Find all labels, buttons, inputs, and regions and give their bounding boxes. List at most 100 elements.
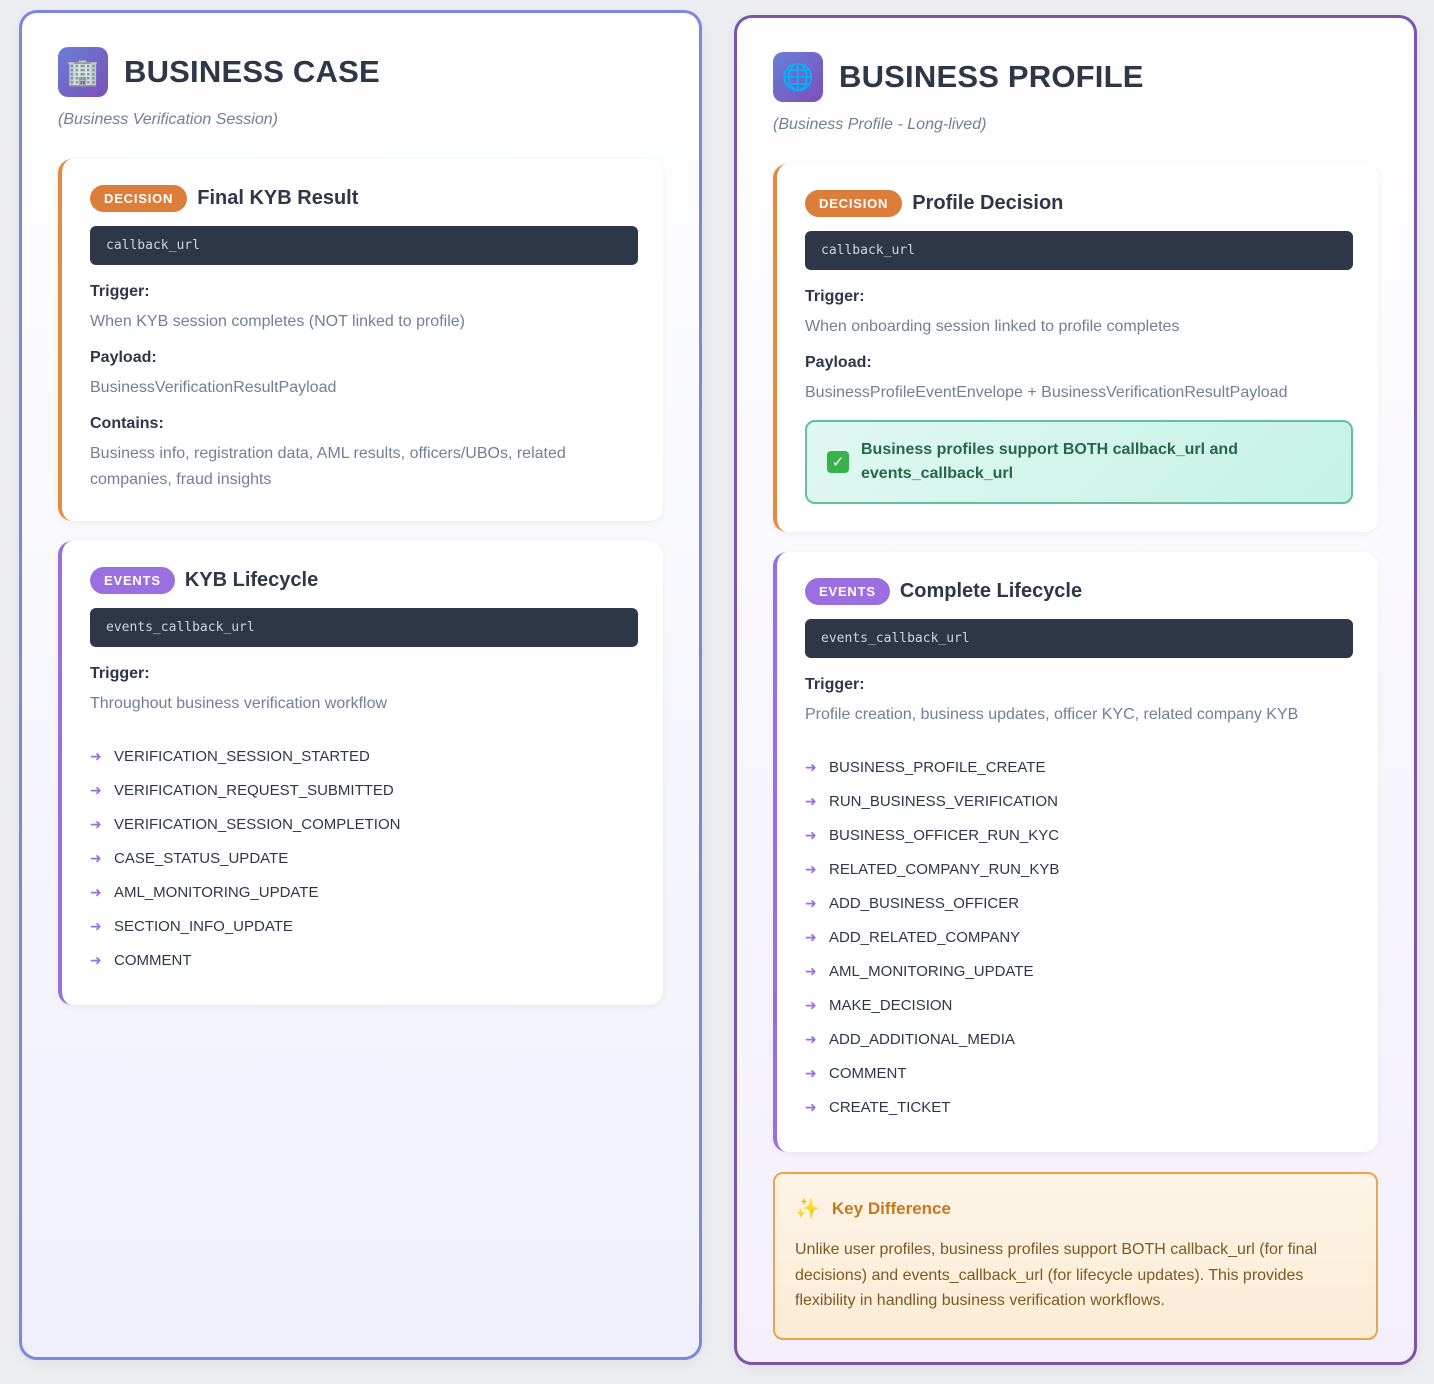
event-name: MAKE_DECISION (829, 996, 953, 1014)
trigger-label: Trigger: (805, 288, 865, 305)
list-item: ➜ CREATE_TICKET (805, 1090, 1353, 1124)
arrow-right-icon: ➜ (805, 928, 817, 945)
event-name: ADD_BUSINESS_OFFICER (829, 894, 1020, 912)
profile-events-card: EVENTS Complete Lifecycle events_callbac… (773, 552, 1378, 1152)
key-difference-title: Key Difference (831, 1198, 951, 1218)
trigger-label: Trigger: (90, 283, 150, 300)
arrow-right-icon: ➜ (805, 758, 817, 775)
list-item: ➜ BUSINESS_PROFILE_CREATE (805, 750, 1353, 784)
contains-value: Business info, registration data, AML re… (90, 445, 566, 488)
profile-callback-url-code: callback_url (805, 231, 1353, 270)
event-name: ADD_RELATED_COMPANY (829, 928, 1021, 946)
list-item: ➜ COMMENT (90, 943, 638, 977)
profile-decision-title: Profile Decision (912, 192, 1064, 214)
case-decision-card: DECISION Final KYB Result callback_url T… (58, 159, 663, 521)
list-item: ➜ COMMENT (805, 1056, 1353, 1090)
trigger-value: When KYB session completes (NOT linked t… (90, 313, 465, 330)
list-item: ➜ ADD_RELATED_COMPANY (805, 920, 1353, 954)
business-profile-subtitle: (Business Profile - Long-lived) (773, 116, 987, 133)
event-name: RUN_BUSINESS_VERIFICATION (829, 792, 1058, 810)
list-item: ➜ ADD_ADDITIONAL_MEDIA (805, 1022, 1353, 1056)
event-name: VERIFICATION_SESSION_STARTED (114, 747, 370, 765)
business-case-subtitle: (Business Verification Session) (58, 111, 278, 128)
arrow-right-icon: ➜ (805, 1064, 817, 1081)
arrow-right-icon: ➜ (805, 826, 817, 843)
event-name: ADD_ADDITIONAL_MEDIA (829, 1030, 1015, 1048)
arrow-right-icon: ➜ (805, 1030, 817, 1047)
event-name: BUSINESS_OFFICER_RUN_KYC (829, 826, 1060, 844)
trigger-label: Trigger: (805, 676, 865, 693)
list-item: ➜ CASE_STATUS_UPDATE (90, 841, 638, 875)
case-callback-url-code: callback_url (90, 226, 638, 265)
event-name: COMMENT (114, 951, 192, 969)
business-profile-panel: 🌐 BUSINESS PROFILE (Business Profile - L… (734, 15, 1417, 1365)
arrow-right-icon: ➜ (805, 860, 817, 877)
case-events-card: EVENTS KYB Lifecycle events_callback_url… (58, 541, 663, 1005)
sparkles-icon: ✨ (795, 1198, 820, 1220)
profile-events-callback-url-code: events_callback_url (805, 619, 1353, 658)
business-profile-header: 🌐 BUSINESS PROFILE (773, 52, 1378, 102)
business-case-header: 🏢 BUSINESS CASE (58, 47, 663, 97)
globe-icon: 🌐 (773, 52, 823, 102)
arrow-right-icon: ➜ (90, 951, 102, 968)
list-item: ➜ BUSINESS_OFFICER_RUN_KYC (805, 818, 1353, 852)
event-name: RELATED_COMPANY_RUN_KYB (829, 860, 1060, 878)
arrow-right-icon: ➜ (805, 1098, 817, 1115)
arrow-right-icon: ➜ (90, 883, 102, 900)
arrow-right-icon: ➜ (805, 996, 817, 1013)
list-item: ➜ SECTION_INFO_UPDATE (90, 909, 638, 943)
arrow-right-icon: ➜ (805, 792, 817, 809)
case-decision-title: Final KYB Result (197, 187, 359, 209)
arrow-right-icon: ➜ (90, 815, 102, 832)
arrow-right-icon: ➜ (90, 747, 102, 764)
contains-label: Contains: (90, 415, 164, 432)
payload-value: BusinessProfileEventEnvelope + BusinessV… (805, 384, 1288, 401)
payload-label: Payload: (805, 354, 872, 371)
list-item: ➜ ADD_BUSINESS_OFFICER (805, 886, 1353, 920)
events-badge: EVENTS (90, 567, 175, 594)
event-name: CREATE_TICKET (829, 1098, 951, 1116)
support-note-text: Business profiles support BOTH callback_… (861, 441, 1238, 482)
events-badge: EVENTS (805, 578, 890, 605)
list-item: ➜ RELATED_COMPANY_RUN_KYB (805, 852, 1353, 886)
payload-label: Payload: (90, 349, 157, 366)
event-name: BUSINESS_PROFILE_CREATE (829, 758, 1046, 776)
office-building-icon: 🏢 (58, 47, 108, 97)
check-mark-icon: ✓ (827, 451, 849, 473)
event-name: SECTION_INFO_UPDATE (114, 917, 293, 935)
business-profile-title: BUSINESS PROFILE (839, 59, 1144, 94)
trigger-value: When onboarding session linked to profil… (805, 318, 1180, 335)
list-item: ➜ MAKE_DECISION (805, 988, 1353, 1022)
list-item: ➜ AML_MONITORING_UPDATE (805, 954, 1353, 988)
trigger-value: Throughout business verification workflo… (90, 695, 388, 712)
event-name: VERIFICATION_REQUEST_SUBMITTED (114, 781, 394, 799)
profile-events-title: Complete Lifecycle (899, 580, 1083, 602)
list-item: ➜ VERIFICATION_REQUEST_SUBMITTED (90, 773, 638, 807)
trigger-value: Profile creation, business updates, offi… (805, 706, 1299, 723)
list-item: ➜ VERIFICATION_SESSION_COMPLETION (90, 807, 638, 841)
key-difference-box: ✨ Key Difference Unlike user profiles, b… (773, 1172, 1378, 1340)
arrow-right-icon: ➜ (805, 894, 817, 911)
business-case-title: BUSINESS CASE (124, 54, 380, 89)
arrow-right-icon: ➜ (90, 781, 102, 798)
list-item: ➜ VERIFICATION_SESSION_STARTED (90, 739, 638, 773)
event-name: AML_MONITORING_UPDATE (829, 962, 1034, 980)
event-name: CASE_STATUS_UPDATE (114, 849, 289, 867)
arrow-right-icon: ➜ (805, 962, 817, 979)
list-item: ➜ AML_MONITORING_UPDATE (90, 875, 638, 909)
case-event-list: ➜ VERIFICATION_SESSION_STARTED ➜ VERIFICAT… (90, 739, 638, 977)
event-name: VERIFICATION_SESSION_COMPLETION (114, 815, 401, 833)
key-difference-text: Unlike user profiles, business profiles … (795, 1241, 1317, 1309)
event-name: AML_MONITORING_UPDATE (114, 883, 319, 901)
decision-badge: DECISION (805, 190, 903, 217)
arrow-right-icon: ➜ (90, 917, 102, 934)
business-case-panel: 🏢 BUSINESS CASE (Business Verification S… (19, 10, 702, 1360)
profile-decision-card: DECISION Profile Decision callback_url T… (773, 164, 1378, 532)
support-note: ✓ Business profiles support BOTH callbac… (805, 420, 1353, 504)
payload-value: BusinessVerificationResultPayload (90, 379, 337, 396)
case-events-title: KYB Lifecycle (184, 569, 319, 591)
list-item: ➜ RUN_BUSINESS_VERIFICATION (805, 784, 1353, 818)
trigger-label: Trigger: (90, 665, 150, 682)
case-events-callback-url-code: events_callback_url (90, 608, 638, 647)
decision-badge: DECISION (90, 185, 188, 212)
